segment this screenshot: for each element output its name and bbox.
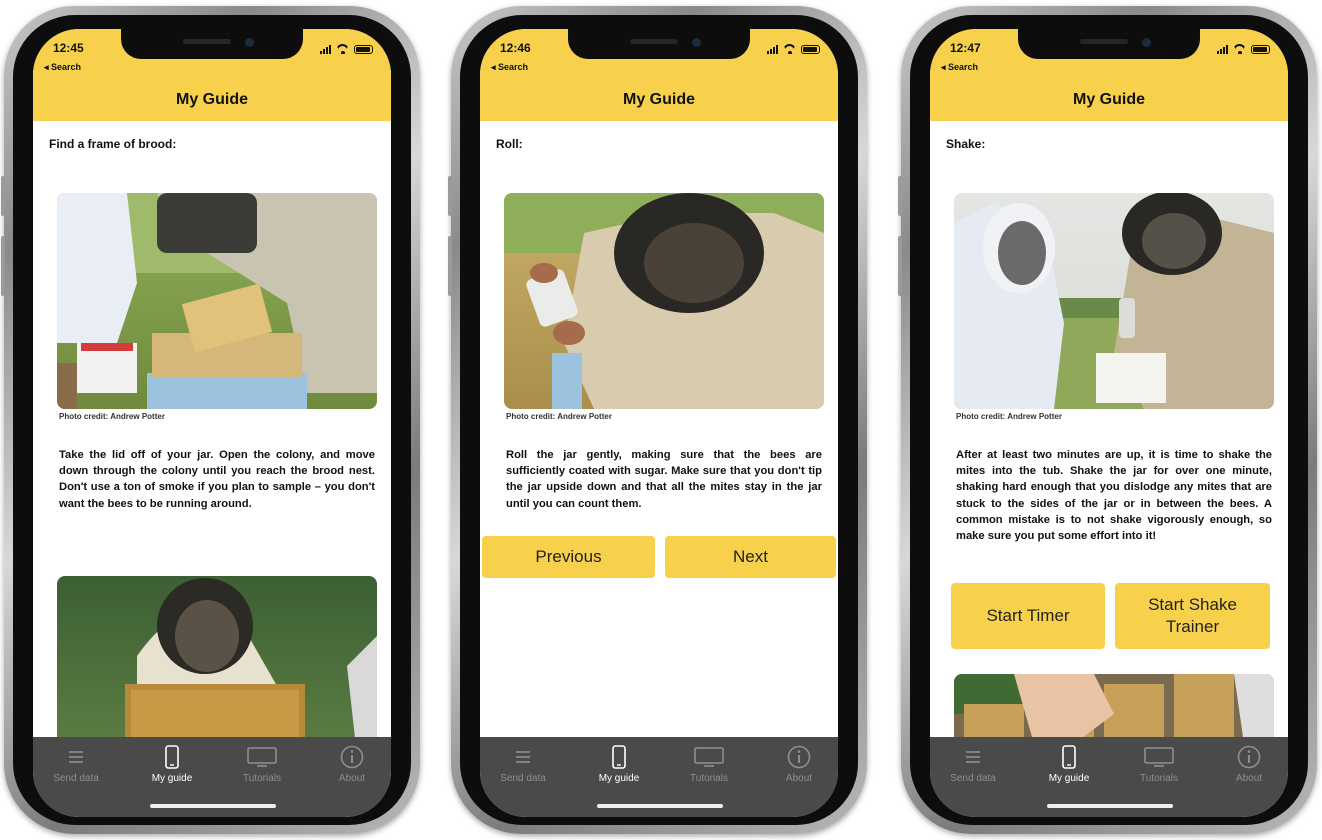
info-icon [340, 745, 364, 769]
tab-label: Send data [500, 773, 546, 784]
info-icon [1237, 745, 1261, 769]
step-description: After at least two minutes are up, it is… [956, 449, 1272, 543]
tab-tutorials[interactable]: Tutorials [217, 743, 307, 789]
page-title: My Guide [622, 91, 695, 108]
list-icon [516, 751, 530, 763]
tab-label: About [1235, 773, 1263, 784]
tab-label: Tutorials [690, 773, 728, 784]
tab-label: Send data [53, 773, 99, 784]
start-timer-button[interactable]: Start Timer [951, 583, 1105, 649]
list-icon [966, 751, 980, 763]
photo-credit: Photo credit: Andrew Potter [59, 412, 165, 421]
beekeeper-holding-frame-photo [57, 576, 377, 756]
signal-icon [767, 44, 778, 54]
previous-button[interactable]: Previous [482, 536, 655, 578]
tab-about[interactable]: About [1204, 743, 1288, 789]
screen-roll: 12:46 ◂ Search My Guide Roll: Photo cred… [480, 29, 838, 817]
back-to-search-link[interactable]: ◂ Search [491, 62, 528, 73]
tab-my-guide[interactable]: My guide [127, 743, 217, 789]
wifi-icon [783, 44, 796, 54]
step-description: Take the lid off of your jar. Open the c… [59, 449, 375, 510]
tab-label: My guide [151, 773, 193, 784]
tab-bar: Send data My guide Tutorials About [930, 737, 1288, 817]
tab-send-data[interactable]: Send data [930, 743, 1018, 789]
phone-frame-2: 12:46 ◂ Search My Guide Roll: Photo cred… [448, 6, 867, 834]
tab-send-data[interactable]: Send data [480, 743, 568, 789]
battery-icon [354, 45, 373, 54]
battery-icon [1251, 45, 1270, 54]
tab-label: About [785, 773, 813, 784]
signal-icon [320, 44, 331, 54]
photo-credit: Photo credit: Andrew Potter [956, 412, 1062, 421]
page-title: My Guide [175, 91, 248, 108]
two-beekeepers-shaking-photo [954, 193, 1274, 409]
tab-send-data[interactable]: Send data [33, 743, 121, 789]
tab-bar: Send data My guide Tutorials About [480, 737, 838, 817]
beekeepers-brood-frame-photo [57, 193, 377, 409]
status-icons [320, 42, 373, 54]
tab-label: My guide [1048, 773, 1090, 784]
hands-on-frames-photo [954, 674, 1274, 744]
screen-shake: 12:47 ◂ Search My Guide Shake: Photo cre… [930, 29, 1288, 817]
status-time: 12:45 [53, 41, 84, 55]
tab-label: Tutorials [1140, 773, 1178, 784]
tab-about[interactable]: About [307, 743, 391, 789]
tab-label: Tutorials [243, 773, 281, 784]
phone-icon [612, 745, 626, 769]
tab-my-guide[interactable]: My guide [1024, 743, 1114, 789]
home-indicator[interactable] [597, 804, 723, 808]
status-time: 12:47 [950, 41, 981, 55]
back-to-search-link[interactable]: ◂ Search [44, 62, 81, 73]
photo-credit: Photo credit: Andrew Potter [506, 412, 612, 421]
status-icons [767, 42, 820, 54]
phone-frame-1: 12:45 ◂ Search My Guide Find a frame of … [1, 6, 420, 834]
wifi-icon [1233, 44, 1246, 54]
home-indicator[interactable] [150, 804, 276, 808]
status-icons [1217, 42, 1270, 54]
battery-icon [801, 45, 820, 54]
phone-frame-3: 12:47 ◂ Search My Guide Shake: Photo cre… [898, 6, 1317, 834]
next-button[interactable]: Next [665, 536, 836, 578]
start-shake-trainer-button[interactable]: Start Shake Trainer [1115, 583, 1270, 649]
back-to-search-link[interactable]: ◂ Search [941, 62, 978, 73]
tab-bar: Send data My guide Tutorials About [33, 737, 391, 817]
step-label: Shake: [946, 137, 986, 151]
tab-tutorials[interactable]: Tutorials [664, 743, 754, 789]
tab-label: Send data [950, 773, 996, 784]
tab-about[interactable]: About [754, 743, 838, 789]
step-label: Roll: [496, 137, 523, 151]
list-icon [69, 751, 83, 763]
page-title: My Guide [1072, 91, 1145, 108]
signal-icon [1217, 44, 1228, 54]
tab-label: About [338, 773, 366, 784]
wifi-icon [336, 44, 349, 54]
status-time: 12:46 [500, 41, 531, 55]
beekeeper-rolling-jar-photo [504, 193, 824, 409]
tab-tutorials[interactable]: Tutorials [1114, 743, 1204, 789]
step-description: Roll the jar gently, making sure that th… [506, 449, 822, 510]
screen-find-brood: 12:45 ◂ Search My Guide Find a frame of … [33, 29, 391, 817]
phone-icon [1062, 745, 1076, 769]
monitor-icon [694, 747, 724, 767]
home-indicator[interactable] [1047, 804, 1173, 808]
step-label: Find a frame of brood: [49, 137, 177, 151]
phone-icon [165, 745, 179, 769]
monitor-icon [247, 747, 277, 767]
tab-label: My guide [598, 773, 640, 784]
tab-my-guide[interactable]: My guide [574, 743, 664, 789]
monitor-icon [1144, 747, 1174, 767]
info-icon [787, 745, 811, 769]
